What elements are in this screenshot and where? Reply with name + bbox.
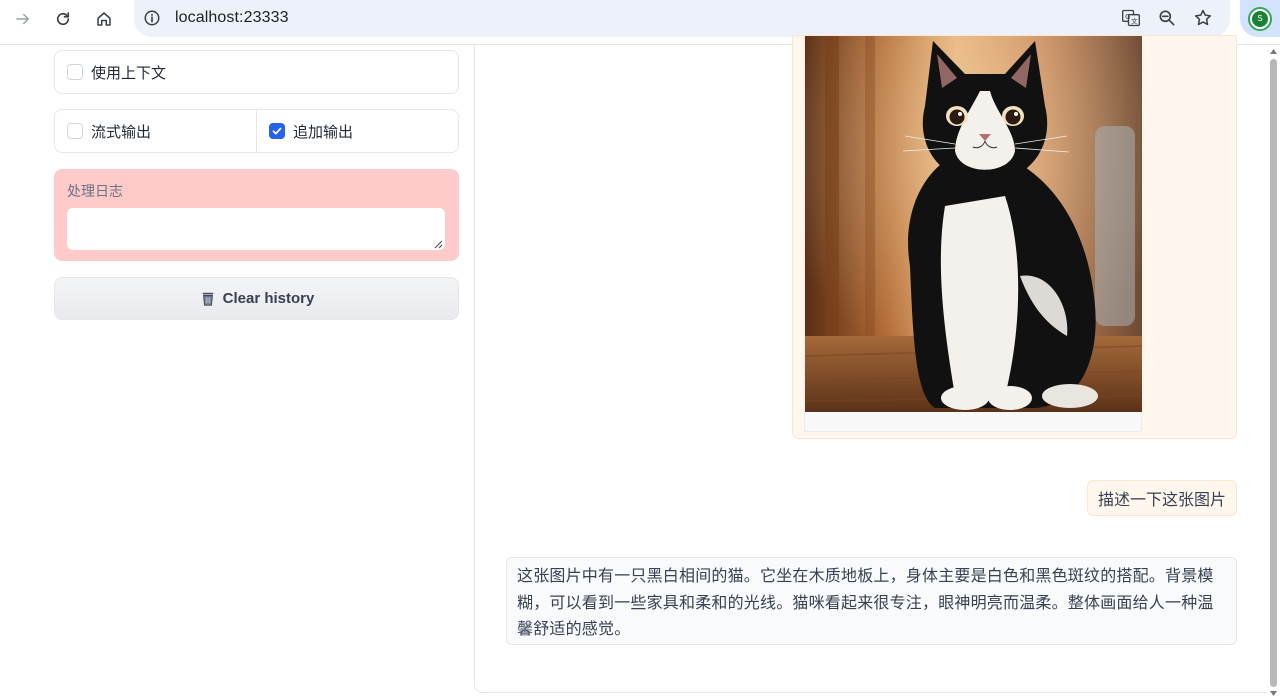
stream-output-label[interactable]: 流式输出 (91, 121, 151, 142)
scroll-up-arrow-icon[interactable] (1269, 47, 1278, 56)
scroll-down-arrow-icon[interactable] (1269, 689, 1278, 698)
trash-icon (199, 290, 217, 308)
clear-history-label: Clear history (222, 290, 315, 307)
forward-arrow-icon (16, 13, 29, 25)
profile-avatar[interactable]: S (1240, 0, 1280, 37)
processing-log-label: 处理日志 (67, 183, 123, 199)
page-scrollbar[interactable] (1267, 45, 1280, 698)
use-context-option: 使用上下文 (54, 50, 459, 94)
output-options-group: 流式输出 追加输出 (54, 109, 459, 153)
reload-icon (56, 12, 70, 26)
reload-button[interactable] (48, 4, 78, 34)
translate-icon[interactable]: G文 (1120, 7, 1142, 29)
assistant-message: 这张图片中有一只黑白相间的猫。它坐在木质地板上，身体主要是白色和黑色斑纹的搭配。… (506, 557, 1237, 645)
home-icon (97, 12, 111, 26)
svg-text:文: 文 (1131, 16, 1138, 25)
clear-history-button[interactable]: Clear history (54, 277, 459, 320)
user-image-message (792, 35, 1237, 439)
resize-handle-icon[interactable] (434, 240, 443, 249)
stream-output-checkbox[interactable] (67, 123, 83, 139)
zoom-icon[interactable] (1156, 7, 1178, 29)
use-context-label[interactable]: 使用上下文 (91, 62, 166, 83)
append-output-label[interactable]: 追加输出 (293, 121, 353, 142)
checkmark-icon (272, 127, 282, 135)
svg-text:G: G (1125, 13, 1130, 21)
forward-button[interactable] (8, 4, 38, 34)
append-output-checkbox[interactable] (269, 123, 285, 139)
address-bar[interactable]: localhost:23333 G文 (134, 0, 1230, 37)
user-text-message: 描述一下这张图片 (1086, 480, 1237, 516)
site-info-icon[interactable] (142, 8, 162, 28)
bookmark-star-icon[interactable] (1192, 7, 1214, 29)
home-button[interactable] (89, 4, 119, 34)
processing-log-textarea[interactable] (67, 208, 445, 250)
use-context-checkbox[interactable] (67, 64, 83, 80)
url-text[interactable]: localhost:23333 (175, 9, 289, 27)
avatar-initial: S (1252, 10, 1268, 27)
scroll-thumb[interactable] (1270, 59, 1277, 687)
image-frame (804, 36, 1142, 432)
processing-log: 处理日志 (54, 169, 459, 261)
cat-photo[interactable] (805, 36, 1142, 412)
